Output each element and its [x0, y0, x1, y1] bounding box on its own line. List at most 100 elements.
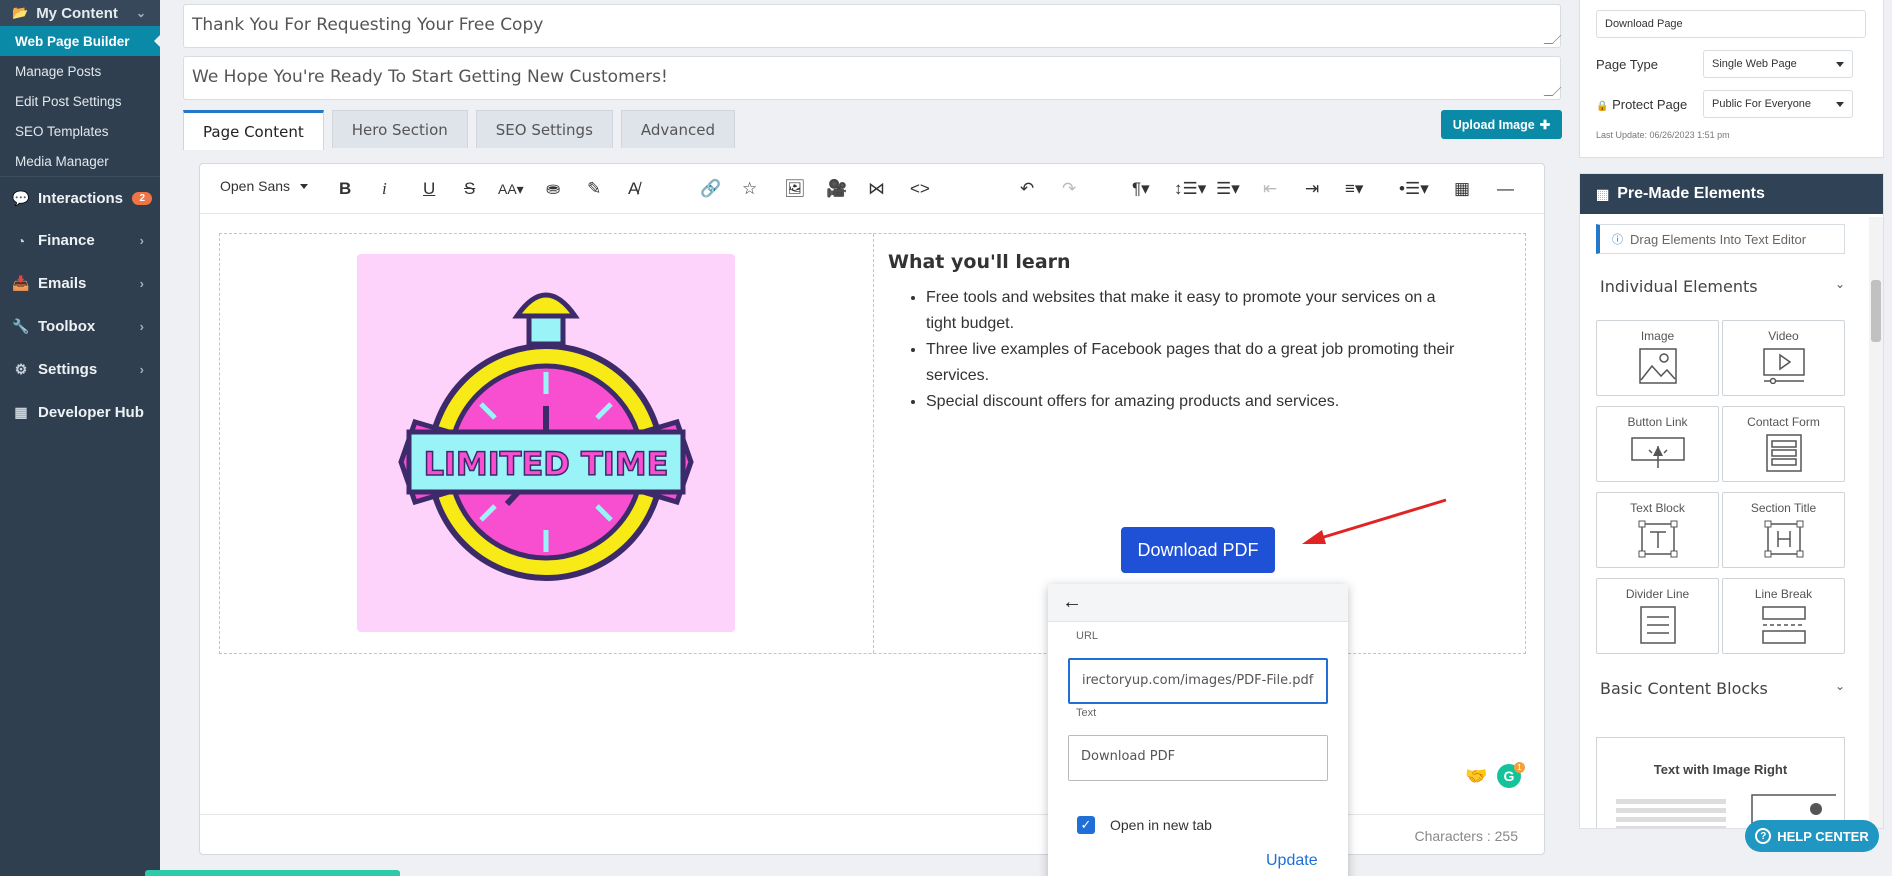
page-name-input[interactable]: Download Page — [1596, 10, 1866, 38]
outdent-icon[interactable]: ⇤ — [1263, 178, 1277, 200]
ordered-list-icon[interactable]: ≡▾ — [1345, 178, 1363, 200]
download-pdf-button[interactable]: Download PDF — [1121, 527, 1275, 573]
headline-field[interactable]: Thank You For Requesting Your Free Copy — [183, 4, 1562, 48]
tab-advanced[interactable]: Advanced — [620, 110, 735, 148]
sidebar-item-label: Toolbox — [38, 318, 96, 335]
indent-icon[interactable]: ⇥ — [1305, 178, 1319, 200]
tab-hero-section[interactable]: Hero Section — [331, 110, 468, 148]
tab-seo-settings[interactable]: SEO Settings — [475, 110, 613, 148]
section-individual-elements[interactable]: Individual Elements ⌄ — [1600, 277, 1845, 296]
headline-text: Thank You For Requesting Your Free Copy — [192, 15, 544, 35]
sidebar-item-edit-post-settings[interactable]: Edit Post Settings — [0, 86, 160, 116]
sidebar-item-settings[interactable]: ⚙ Settings › — [0, 348, 160, 391]
link-text-input[interactable]: Download PDF — [1068, 735, 1328, 781]
help-center-button[interactable]: ? HELP CENTER — [1745, 820, 1879, 852]
resize-grip-icon[interactable] — [1543, 35, 1562, 44]
help-center-label: HELP CENTER — [1777, 828, 1869, 844]
table-icon[interactable]: ▦ — [1454, 178, 1470, 200]
editor-toolbar: Open Sans B i U S AA▾ ⛂ ✎ A̸ 🔗 ☆ 🖼 🎥 ⋈ <… — [200, 164, 1544, 214]
italic-icon[interactable]: i — [382, 178, 387, 200]
list-item: Three live examples of Facebook pages th… — [926, 337, 1466, 389]
undo-icon[interactable]: ↶ — [1020, 178, 1034, 200]
paragraph-icon[interactable]: ¶▾ — [1132, 178, 1150, 200]
share-icon[interactable]: ⋈ — [868, 178, 885, 200]
highlighter-icon[interactable]: ✎ — [587, 178, 601, 200]
redo-icon[interactable]: ↷ — [1062, 178, 1076, 200]
block-text-with-image-right[interactable]: Text with Image Right — [1596, 737, 1845, 828]
back-arrow-icon[interactable]: ← — [1062, 591, 1082, 614]
element-button-link[interactable]: Button Link — [1596, 406, 1719, 482]
scroll-thumb[interactable] — [1871, 280, 1881, 342]
unordered-list-icon[interactable]: •☰▾ — [1399, 178, 1429, 200]
sidebar-item-web-page-builder[interactable]: Web Page Builder — [0, 26, 161, 56]
page-type-select[interactable]: Single Web Page — [1703, 50, 1853, 78]
inbox-icon: 📥 — [12, 275, 30, 291]
section-basic-content-blocks[interactable]: Basic Content Blocks ⌄ — [1600, 679, 1845, 698]
element-section-title[interactable]: Section Title — [1722, 492, 1845, 568]
tab-page-content[interactable]: Page Content — [183, 110, 324, 150]
line-height-icon[interactable]: ↕☰▾ — [1174, 178, 1206, 200]
update-link-button[interactable]: Update — [1266, 852, 1318, 870]
sidebar-item-developer-hub[interactable]: ▦ Developer Hub — [0, 391, 160, 434]
clear-format-icon[interactable]: A̸ — [628, 178, 639, 200]
element-video[interactable]: Video — [1722, 320, 1845, 396]
align-icon[interactable]: ☰▾ — [1216, 178, 1240, 200]
upload-image-label: Upload Image — [1452, 117, 1535, 132]
protect-page-label: 🔒 Protect Page — [1596, 97, 1687, 112]
open-new-tab-checkbox[interactable]: ✓ — [1077, 816, 1095, 834]
sidebar-item-label: Developer Hub — [38, 404, 144, 421]
panel-title: Pre-Made Elements — [1617, 185, 1765, 202]
sidebar-item-seo-templates[interactable]: SEO Templates — [0, 116, 160, 146]
element-image[interactable]: Image — [1596, 320, 1719, 396]
panel-scrollbar[interactable] — [1869, 217, 1883, 828]
wrench-icon: 🔧 — [12, 318, 30, 334]
block-label: Text with Image Right — [1653, 762, 1788, 777]
element-line-break[interactable]: Line Break — [1722, 578, 1845, 654]
strikethrough-icon[interactable]: S — [464, 178, 475, 200]
sidebar-item-media-manager[interactable]: Media Manager — [0, 146, 160, 176]
url-input[interactable]: irectoryup.com/images/PDF-File.pdf — [1068, 658, 1328, 704]
chevron-down-icon: ⌄ — [135, 6, 146, 20]
element-label: Video — [1768, 329, 1799, 343]
stopwatch-illustration: LIMITED TIME — [398, 292, 694, 581]
image-icon[interactable]: 🖼 — [784, 178, 806, 200]
font-family-select[interactable]: Open Sans — [220, 178, 309, 194]
bottom-progress-bar — [145, 870, 400, 876]
limited-time-image[interactable]: LIMITED TIME — [357, 254, 735, 632]
video-icon — [1762, 348, 1805, 384]
underline-icon[interactable]: U — [423, 178, 435, 200]
grammarly-count-badge: 1 — [1514, 762, 1525, 773]
star-icon[interactable]: ☆ — [742, 178, 757, 200]
upload-image-button[interactable]: Upload Image ✚ — [1441, 110, 1562, 139]
section-title-icon — [1764, 520, 1803, 558]
element-contact-form[interactable]: Contact Form — [1722, 406, 1845, 482]
video-icon[interactable]: 🎥 — [826, 178, 847, 200]
panel-header: ▦ Pre-Made Elements — [1580, 174, 1883, 214]
divider-line-icon — [1639, 606, 1676, 644]
link-icon[interactable]: 🔗 — [700, 178, 721, 200]
subheadline-field[interactable]: We Hope You're Ready To Start Getting Ne… — [183, 56, 1562, 100]
sidebar-item-emails[interactable]: 📥 Emails › — [0, 262, 160, 305]
sidebar-item-label: Edit Post Settings — [15, 93, 122, 109]
image-icon — [1638, 348, 1677, 384]
sidebar-item-interactions[interactable]: 💬 Interactions 2 — [0, 176, 160, 219]
sidebar-item-manage-posts[interactable]: Manage Posts — [0, 56, 160, 86]
protect-page-select[interactable]: Public For Everyone — [1703, 90, 1853, 118]
sidebar-section-my-content[interactable]: 📂 My Content ⌄ — [0, 0, 160, 26]
text-color-icon[interactable]: ⛂ — [546, 178, 560, 200]
resize-grip-icon[interactable] — [1543, 87, 1562, 96]
horizontal-rule-icon[interactable]: — — [1497, 178, 1514, 200]
gear-icon: ⚙ — [14, 361, 28, 377]
protect-page-value: Public For Everyone — [1712, 98, 1812, 110]
info-text: Drag Elements Into Text Editor — [1630, 231, 1807, 247]
editor-tabs: Page Content Hero Section SEO Settings A… — [183, 110, 743, 150]
code-icon[interactable]: <> — [910, 178, 930, 200]
sidebar-item-toolbox[interactable]: 🔧 Toolbox › — [0, 305, 160, 348]
font-size-icon[interactable]: AA▾ — [498, 178, 524, 200]
bold-icon[interactable]: B — [339, 178, 351, 200]
learn-list: Free tools and websites that make it eas… — [906, 285, 1466, 415]
element-text-block[interactable]: Text Block — [1596, 492, 1719, 568]
element-divider-line[interactable]: Divider Line — [1596, 578, 1719, 654]
sidebar-item-finance[interactable]: ◔ Finance › — [0, 219, 160, 262]
font-family-value: Open Sans — [220, 178, 291, 194]
